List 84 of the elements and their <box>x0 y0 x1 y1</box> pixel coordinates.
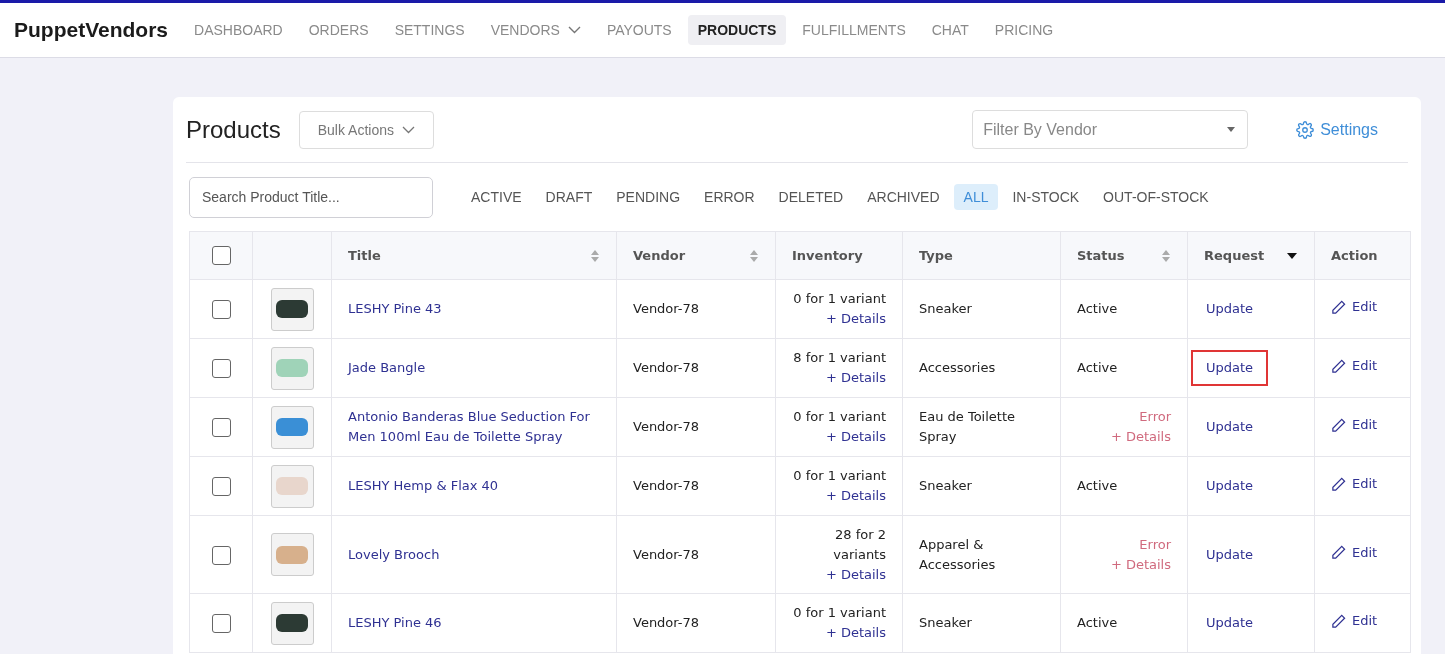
filter-tab[interactable]: DRAFT <box>535 184 603 210</box>
inventory-text: 0 for 1 variant <box>792 604 886 622</box>
type-text: Sneaker <box>919 615 972 630</box>
settings-link[interactable]: Settings <box>1296 120 1378 139</box>
column-header: Title <box>348 248 381 263</box>
edit-link[interactable]: Edit <box>1331 356 1378 377</box>
details-link[interactable]: + Details <box>825 370 886 385</box>
nav-item[interactable]: DASHBOARD <box>184 15 293 45</box>
details-link[interactable]: + Details <box>825 311 886 326</box>
edit-link[interactable]: Edit <box>1331 474 1378 495</box>
edit-link[interactable]: Edit <box>1331 542 1378 563</box>
filter-tab[interactable]: PENDING <box>606 184 691 210</box>
pencil-icon <box>1331 545 1346 561</box>
chevron-down-icon <box>402 125 415 134</box>
type-text: Sneaker <box>919 478 972 493</box>
settings-label[interactable]: Settings <box>1320 120 1378 139</box>
filter-tab[interactable]: DELETED <box>768 184 854 210</box>
status-text: Active <box>1077 360 1118 375</box>
error-details-link[interactable]: + Details <box>1110 556 1171 572</box>
filter-tab[interactable]: OUT-OF-STOCK <box>1093 184 1219 210</box>
nav-item[interactable]: VENDORS <box>480 15 591 45</box>
column-header: Vendor <box>633 248 686 263</box>
brand-logo[interactable]: PuppetVendors <box>14 18 169 42</box>
details-link[interactable]: + Details <box>825 488 886 503</box>
update-link[interactable]: Update <box>1191 350 1269 386</box>
edit-link[interactable]: Edit <box>1331 611 1378 632</box>
vendor-text: Vendor-78 <box>633 301 700 316</box>
status-error-text: Error <box>1139 536 1171 552</box>
column-header: Status <box>1077 248 1125 263</box>
pencil-icon <box>1331 417 1346 433</box>
caret-down-icon[interactable] <box>1286 251 1298 260</box>
nav-item[interactable]: PRICING <box>984 15 1064 45</box>
error-details-link[interactable]: + Details <box>1110 429 1171 444</box>
select-all-checkbox[interactable] <box>211 246 231 265</box>
filter-tab[interactable]: ARCHIVED <box>857 184 950 210</box>
vendor-filter-select[interactable]: Filter By Vendor <box>972 110 1249 149</box>
vendor-text: Vendor-78 <box>633 546 700 562</box>
inventory-text: 8 for 1 variant <box>792 349 886 367</box>
nav-item[interactable]: PAYOUTS <box>596 15 682 45</box>
column-header: Action <box>1331 248 1378 263</box>
details-link[interactable]: + Details <box>825 625 886 640</box>
row-checkbox[interactable] <box>211 418 231 437</box>
row-checkbox[interactable] <box>211 300 231 319</box>
pencil-icon <box>1331 613 1346 629</box>
edit-link[interactable]: Edit <box>1331 415 1378 436</box>
page-title: Products <box>186 115 281 144</box>
vendor-text: Vendor-78 <box>633 360 700 375</box>
nav-item[interactable]: PRODUCTS <box>687 15 787 45</box>
pencil-icon <box>1331 299 1346 315</box>
status-text: Active <box>1077 615 1118 630</box>
vendor-text: Vendor-78 <box>633 419 700 434</box>
type-text: Accessories <box>919 360 996 375</box>
search-field[interactable]: Search Product Title... <box>189 176 433 218</box>
inventory-text: 28 for 2 variants <box>832 525 886 564</box>
row-checkbox[interactable] <box>211 477 231 496</box>
filter-tab[interactable]: ACTIVE <box>461 184 532 210</box>
filter-tab[interactable]: IN-STOCK <box>1002 184 1090 210</box>
pencil-icon <box>1331 358 1346 374</box>
details-link[interactable]: + Details <box>825 566 886 582</box>
column-header: Request <box>1204 248 1265 263</box>
filter-tab[interactable]: ERROR <box>694 184 765 210</box>
column-header: Inventory <box>792 248 863 263</box>
row-checkbox[interactable] <box>211 359 231 378</box>
inventory-text: 0 for 1 variant <box>792 408 886 426</box>
inventory-text: 0 for 1 variant <box>792 290 886 308</box>
pencil-icon <box>1331 476 1346 492</box>
vendor-text: Vendor-78 <box>633 615 700 630</box>
type-text: Sneaker <box>919 301 972 316</box>
settings-icon <box>1296 120 1315 139</box>
edit-link[interactable]: Edit <box>1331 297 1378 318</box>
bulk-actions-button[interactable]: Bulk Actions <box>298 110 434 149</box>
row-checkbox[interactable] <box>211 545 231 565</box>
status-error-text: Error <box>1139 409 1171 424</box>
caret-down-icon <box>1227 127 1236 132</box>
status-text: Active <box>1077 301 1118 316</box>
type-text: Eau de Toilette Spray <box>919 409 1016 444</box>
inventory-text: 0 for 1 variant <box>792 467 886 485</box>
details-link[interactable]: + Details <box>825 429 886 444</box>
nav-item[interactable]: SETTINGS <box>384 15 475 45</box>
type-text: Apparel & Accessories <box>919 536 996 572</box>
status-text: Active <box>1077 478 1118 493</box>
column-header: Type <box>919 248 953 263</box>
row-checkbox[interactable] <box>211 614 231 633</box>
vendor-text: Vendor-78 <box>633 478 700 493</box>
